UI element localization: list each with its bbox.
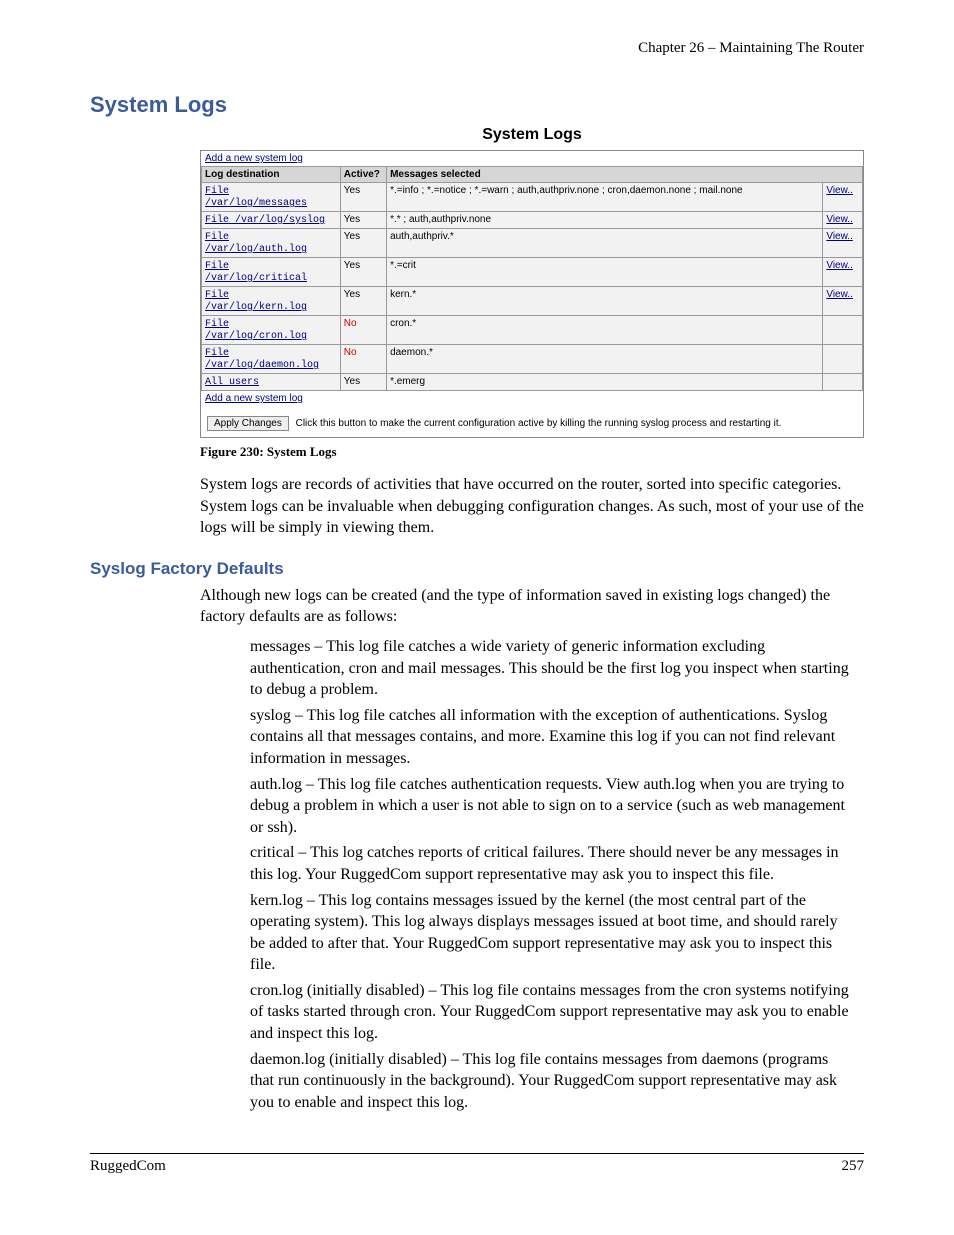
log-active-cell: Yes [340,229,386,258]
log-messages-cell: kern.* [387,287,823,316]
page-footer: RuggedCom 257 [90,1153,864,1175]
view-log-link[interactable]: View.. [826,214,853,225]
log-view-cell [823,316,863,345]
log-messages-cell: *.* ; auth,authpriv.none [387,212,823,229]
log-messages-cell: *.emerg [387,374,823,391]
log-view-cell [823,345,863,374]
log-destination-link[interactable]: All users [205,377,259,388]
view-log-link[interactable]: View.. [826,231,853,242]
log-view-cell: View.. [823,258,863,287]
table-header-row: Log destination Active? Messages selecte… [202,167,863,183]
apply-row: Apply Changes Click this button to make … [201,416,863,437]
section-title: System Logs [90,92,864,118]
log-messages-cell: cron.* [387,316,823,345]
table-row: File /var/log/auth.log Yesauth,authpriv.*… [202,229,863,258]
def-authlog: auth.log – This log file catches authent… [250,774,854,839]
log-messages-cell: *.=crit [387,258,823,287]
log-destination-link[interactable]: File /var/log/syslog [205,215,325,226]
log-destination-link[interactable]: File /var/log/critical [205,261,307,284]
log-destination-link[interactable]: File /var/log/kern.log [205,290,307,313]
view-log-link[interactable]: View.. [826,185,853,196]
subsection-intro: Although new logs can be created (and th… [200,585,864,628]
log-view-cell: View.. [823,183,863,212]
table-row: All users Yes*.emerg [202,374,863,391]
footer-left: RuggedCom [90,1158,166,1175]
add-log-link-bottom[interactable]: Add a new system log [205,393,303,404]
intro-paragraph: System logs are records of activities th… [200,474,864,539]
table-row: File /var/log/kern.log Yeskern.*View.. [202,287,863,316]
log-view-cell: View.. [823,229,863,258]
table-row: File /var/log/syslog Yes*.* ; auth,authpr… [202,212,863,229]
table-row: File /var/log/messages Yes*.=info ; *.=no… [202,183,863,212]
table-row: File /var/log/critical Yes*.=critView.. [202,258,863,287]
def-critical: critical – This log catches reports of c… [250,842,854,885]
footer-right: 257 [842,1158,865,1175]
log-view-cell: View.. [823,287,863,316]
logs-table: Log destination Active? Messages selecte… [201,166,863,391]
apply-changes-desc: Click this button to make the current co… [296,418,782,429]
log-active-cell: Yes [340,287,386,316]
log-active-cell: No [340,316,386,345]
log-messages-cell: auth,authpriv.* [387,229,823,258]
apply-changes-button[interactable]: Apply Changes [207,416,289,431]
definitions-block: messages – This log file catches a wide … [250,636,854,1113]
log-destination-link[interactable]: File /var/log/messages [205,186,307,209]
view-log-link[interactable]: View.. [826,260,853,271]
system-logs-panel: Add a new system log Log destination Act… [200,150,864,438]
log-view-cell [823,374,863,391]
log-messages-cell: *.=info ; *.=notice ; *.=warn ; auth,aut… [387,183,823,212]
figure-caption: Figure 230: System Logs [200,444,864,460]
log-active-cell: No [340,345,386,374]
def-kernlog: kern.log – This log contains messages is… [250,890,854,976]
log-view-cell: View.. [823,212,863,229]
def-daemonlog: daemon.log (initially disabled) – This l… [250,1049,854,1114]
table-row: File /var/log/daemon.log Nodaemon.* [202,345,863,374]
col-header-dest: Log destination [202,167,341,183]
log-active-cell: Yes [340,183,386,212]
table-row: File /var/log/cron.log Nocron.* [202,316,863,345]
def-cronlog: cron.log (initially disabled) – This log… [250,980,854,1045]
def-syslog: syslog – This log file catches all infor… [250,705,854,770]
log-destination-link[interactable]: File /var/log/auth.log [205,232,307,255]
def-messages: messages – This log file catches a wide … [250,636,854,701]
col-header-active: Active? [340,167,386,183]
log-active-cell: Yes [340,258,386,287]
panel-title: System Logs [200,126,864,144]
view-log-link[interactable]: View.. [826,289,853,300]
log-active-cell: Yes [340,212,386,229]
log-active-cell: Yes [340,374,386,391]
chapter-header: Chapter 26 – Maintaining The Router [90,40,864,57]
log-destination-link[interactable]: File /var/log/cron.log [205,319,307,342]
subsection-title: Syslog Factory Defaults [90,559,864,579]
log-destination-link[interactable]: File /var/log/daemon.log [205,348,319,371]
col-header-msg: Messages selected [387,167,863,183]
log-messages-cell: daemon.* [387,345,823,374]
add-log-link-top[interactable]: Add a new system log [205,153,303,164]
